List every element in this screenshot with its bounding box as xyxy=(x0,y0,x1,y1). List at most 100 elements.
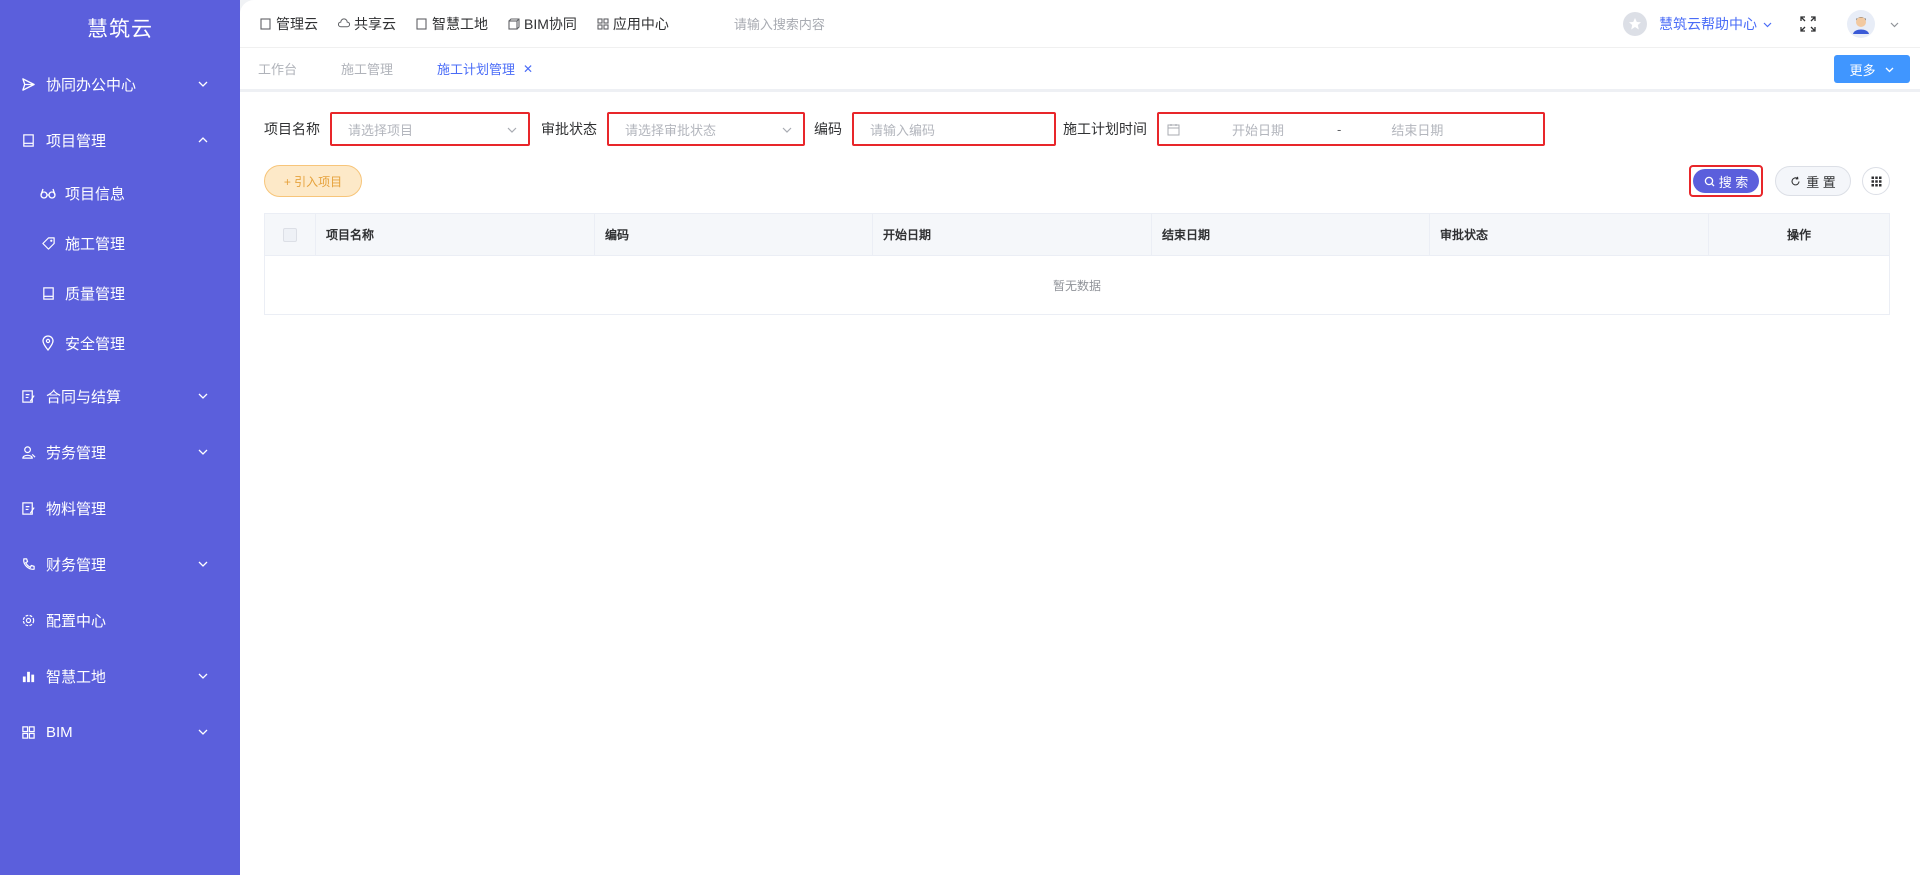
column-settings-button[interactable] xyxy=(1862,167,1890,195)
column-header: 操作 xyxy=(1786,228,1811,242)
tab-label: 施工计划管理 xyxy=(437,62,516,77)
construction-plan-table: 项目名称 编码 开始日期 结束日期 审批状态 操作 暂无数据 xyxy=(264,213,1890,315)
column-header[interactable]: 审批状态 xyxy=(1430,214,1709,255)
sidebar-item-label: 质量管理 xyxy=(65,285,126,303)
close-icon[interactable]: ✕ xyxy=(523,62,533,76)
tab-label: 施工管理 xyxy=(341,62,394,77)
sidebar-item-label: 财务管理 xyxy=(46,556,107,574)
sidebar-subitem-quality-management[interactable]: 质量管理 xyxy=(0,268,240,318)
help-center-link[interactable]: 慧筑云帮助中心 xyxy=(1623,12,1773,36)
sidebar-subitem-project-info[interactable]: 项目信息 xyxy=(0,168,240,218)
chevron-down-icon xyxy=(506,124,518,136)
sidebar-item-smart-site[interactable]: 智慧工地 xyxy=(0,648,240,704)
sidebar-item-labor-management[interactable]: 劳务管理 xyxy=(0,424,240,480)
main-content: 管理云 共享云 智慧工地 BIM协同 应用中心 请输入搜索内容 慧筑云帮助中心 xyxy=(240,0,1920,875)
cloud-icon xyxy=(338,17,350,30)
column-header[interactable]: 项目名称 xyxy=(316,214,595,255)
chevron-down-icon[interactable] xyxy=(1889,19,1900,30)
import-project-button[interactable]: + 引入项目 xyxy=(264,165,362,197)
approval-status-select[interactable]: 请选择审批状态 xyxy=(607,112,805,146)
tab-construction-management[interactable]: 施工管理 xyxy=(341,59,393,78)
app-logo[interactable]: 慧筑云 xyxy=(0,0,240,56)
code-input-placeholder: 请输入编码 xyxy=(870,122,936,138)
sidebar-item-label: 智慧工地 xyxy=(46,668,107,686)
gear-icon xyxy=(20,612,36,628)
sidebar-item-label: 物料管理 xyxy=(46,500,107,518)
send-icon xyxy=(20,76,36,92)
help-center-label: 慧筑云帮助中心 xyxy=(1659,16,1757,32)
sidebar-item-label: 施工管理 xyxy=(65,235,126,253)
tab-label: 工作台 xyxy=(258,62,298,77)
sidebar-subitem-safety-management[interactable]: 安全管理 xyxy=(0,318,240,368)
chevron-down-icon xyxy=(196,557,210,571)
more-tabs-button[interactable]: 更多 xyxy=(1834,55,1910,83)
start-date-placeholder[interactable]: 开始日期 xyxy=(1232,120,1337,139)
approval-status-placeholder: 请选择审批状态 xyxy=(625,122,717,138)
grid-icon xyxy=(1871,176,1882,187)
document-icon xyxy=(416,17,428,30)
location-pin-icon xyxy=(40,335,56,351)
search-icon xyxy=(1704,176,1715,187)
table-header: 项目名称 编码 开始日期 结束日期 审批状态 操作 xyxy=(265,214,1889,256)
more-button-label: 更多 xyxy=(1849,62,1876,78)
select-all-checkbox[interactable] xyxy=(283,227,297,242)
topnav-smart-site[interactable]: 智慧工地 xyxy=(416,14,488,34)
code-input[interactable]: 请输入编码 xyxy=(852,112,1056,146)
sidebar-item-bim[interactable]: BIM xyxy=(0,704,240,760)
select-all-cell xyxy=(265,214,316,255)
tab-workbench[interactable]: 工作台 xyxy=(258,59,297,78)
topnav-label: 应用中心 xyxy=(612,15,669,32)
top-navbar: 管理云 共享云 智慧工地 BIM协同 应用中心 请输入搜索内容 慧筑云帮助中心 xyxy=(240,0,1920,48)
topnav-management-cloud[interactable]: 管理云 xyxy=(260,14,318,34)
project-select[interactable]: 请选择项目 xyxy=(330,112,530,146)
sidebar-item-label: 配置中心 xyxy=(46,612,107,630)
column-header[interactable]: 结束日期 xyxy=(1152,214,1430,255)
project-select-placeholder: 请选择项目 xyxy=(348,122,414,138)
global-search-input[interactable]: 请输入搜索内容 xyxy=(734,14,934,33)
end-date-placeholder[interactable]: 结束日期 xyxy=(1391,120,1443,139)
chevron-up-icon xyxy=(196,133,210,147)
tag-icon xyxy=(40,235,56,251)
search-button-label: 搜 索 xyxy=(1718,174,1749,190)
sidebar-item-finance-management[interactable]: 财务管理 xyxy=(0,536,240,592)
import-button-label: + 引入项目 xyxy=(283,174,343,189)
reset-button[interactable]: 重 置 xyxy=(1775,166,1851,196)
sidebar-item-label: 安全管理 xyxy=(65,335,126,353)
sidebar-item-label: 项目信息 xyxy=(65,185,126,203)
code-label: 编码 xyxy=(814,121,842,137)
sidebar-item-contract-settlement[interactable]: 合同与结算 xyxy=(0,368,240,424)
calendar-icon xyxy=(1167,123,1180,136)
sidebar-item-collab-office[interactable]: 协同办公中心 xyxy=(0,56,240,112)
fullscreen-icon[interactable] xyxy=(1799,15,1817,33)
sidebar-subitem-construction-management[interactable]: 施工管理 xyxy=(0,218,240,268)
worker-icon xyxy=(20,444,36,460)
sidebar-item-config-center[interactable]: 配置中心 xyxy=(0,592,240,648)
sidebar-item-material-management[interactable]: 物料管理 xyxy=(0,480,240,536)
chevron-down-icon xyxy=(196,725,210,739)
reset-button-label: 重 置 xyxy=(1806,174,1836,190)
sidebar-item-project-management[interactable]: 项目管理 xyxy=(0,112,240,168)
search-button[interactable]: 搜 索 xyxy=(1689,165,1763,197)
topnav-shared-cloud[interactable]: 共享云 xyxy=(338,14,396,34)
help-badge-icon xyxy=(1623,12,1647,36)
chevron-down-icon xyxy=(196,669,210,683)
cube-icon xyxy=(508,17,520,30)
topnav-label: 智慧工地 xyxy=(432,15,488,32)
topnav-app-center[interactable]: 应用中心 xyxy=(597,14,669,34)
sidebar-item-label: 协同办公中心 xyxy=(46,76,137,94)
top-right-tools: 慧筑云帮助中心 xyxy=(1623,10,1900,38)
column-header[interactable]: 开始日期 xyxy=(873,214,1152,255)
tab-construction-plan-management[interactable]: 施工计划管理 ✕ xyxy=(437,59,533,78)
phone-icon xyxy=(20,556,36,572)
user-avatar[interactable] xyxy=(1847,10,1875,38)
filter-bar: 项目名称 请选择项目 审批状态 请选择审批状态 编码 请输入编码 施工计划时间 … xyxy=(264,112,1545,146)
chevron-down-icon xyxy=(1884,64,1895,75)
tab-bar: 工作台 施工管理 施工计划管理 ✕ 更多 xyxy=(240,48,1920,92)
date-range-picker[interactable]: 开始日期 - 结束日期 xyxy=(1157,112,1545,146)
empty-state-text: 暂无数据 xyxy=(1052,278,1101,293)
sidebar: 慧筑云 协同办公中心 项目管理 项目信息 施工管理 质量管理 安全管理 合同与结… xyxy=(0,0,240,875)
date-separator: - xyxy=(1337,121,1342,137)
topnav-bim-collab[interactable]: BIM协同 xyxy=(508,14,577,34)
column-header[interactable]: 编码 xyxy=(595,214,873,255)
grid-apps-icon xyxy=(597,17,609,30)
